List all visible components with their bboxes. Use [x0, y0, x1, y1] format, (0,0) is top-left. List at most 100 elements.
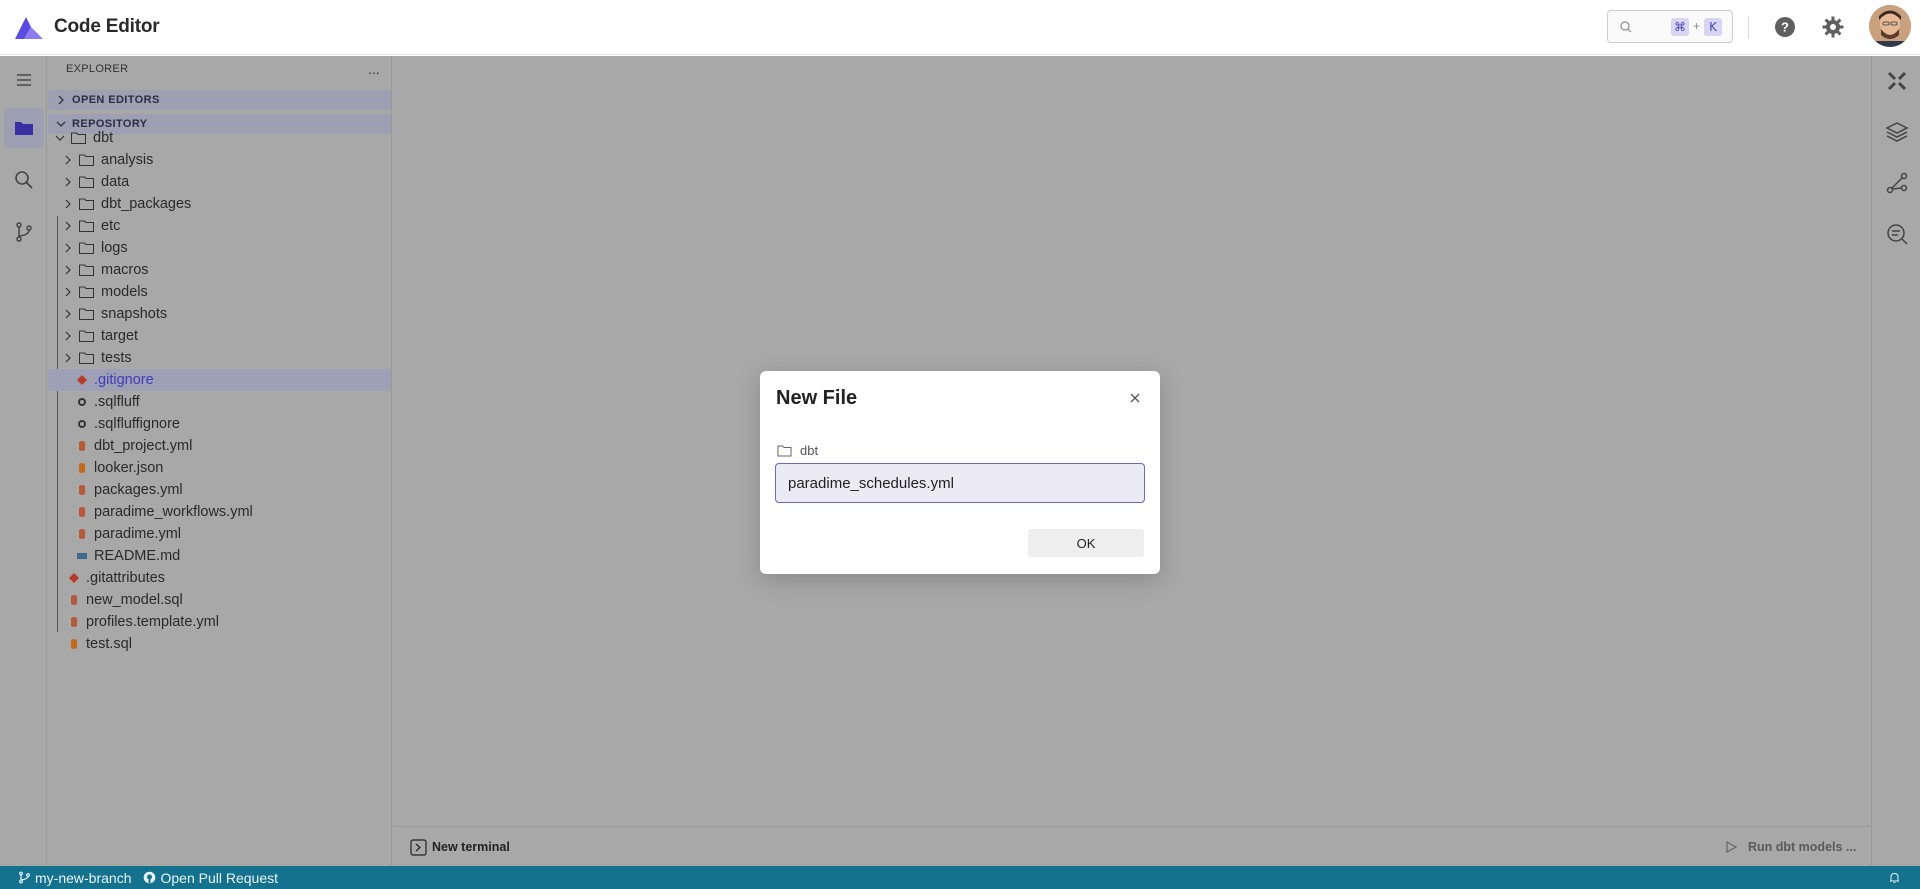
- terminal-icon: [410, 839, 427, 856]
- app-logo[interactable]: Code Editor: [13, 13, 160, 41]
- tree-folder[interactable]: data: [48, 171, 391, 193]
- tree-folder[interactable]: dbt: [48, 127, 391, 149]
- tree-file[interactable]: looker.json: [48, 457, 391, 479]
- tree-file[interactable]: .sqlfluff: [48, 391, 391, 413]
- tree-item-label: packages.yml: [94, 482, 183, 498]
- tree-folder[interactable]: etc: [48, 215, 391, 237]
- tree-file[interactable]: .gitattributes: [48, 567, 391, 589]
- folder-icon: [79, 242, 94, 254]
- more-actions-button[interactable]: ...: [368, 61, 380, 77]
- tree-file[interactable]: README.md: [48, 545, 391, 567]
- json-file-icon: [71, 639, 77, 649]
- github-icon: [144, 871, 156, 884]
- tree-folder[interactable]: analysis: [48, 149, 391, 171]
- json-file-icon: [79, 463, 85, 473]
- bottom-panel: New terminal Run dbt models ...: [393, 826, 1871, 866]
- top-header: Code Editor ⌘ + K ?: [0, 0, 1920, 55]
- header-divider: [1748, 16, 1749, 39]
- chevron-right-icon: [65, 331, 71, 341]
- lineage-icon[interactable]: [1884, 170, 1910, 196]
- tree-file[interactable]: paradime.yml: [48, 523, 391, 545]
- avatar-image-icon: [1869, 5, 1911, 47]
- open-editors-section[interactable]: OPEN EDITORS: [48, 90, 391, 110]
- folder-icon: [79, 176, 94, 188]
- tree-item-label: paradime.yml: [94, 526, 182, 542]
- svg-text:?: ?: [1781, 20, 1789, 35]
- tree-folder[interactable]: dbt_packages: [48, 193, 391, 215]
- db-file-icon: [71, 617, 77, 627]
- folder-icon: [79, 220, 94, 232]
- tree-file[interactable]: .gitignore: [48, 369, 391, 391]
- tree-file[interactable]: packages.yml: [48, 479, 391, 501]
- config-file-icon: [78, 398, 86, 406]
- status-bar: my-new-branch Open Pull Request: [0, 866, 1920, 889]
- shortcut-plus: +: [1693, 19, 1701, 33]
- search-icon: [1620, 20, 1632, 32]
- chevron-right-icon: [65, 243, 71, 253]
- search-button[interactable]: [4, 160, 44, 200]
- tree-item-label: .gitignore: [94, 372, 154, 388]
- open-pull-request[interactable]: Open Pull Request: [143, 870, 278, 886]
- tree-file[interactable]: paradime_workflows.yml: [48, 501, 391, 523]
- run-dbt-models-button[interactable]: Run dbt models ...: [1748, 840, 1856, 854]
- tree-item-label: macros: [101, 262, 149, 278]
- close-panel-icon[interactable]: [1884, 68, 1910, 94]
- db-file-icon: [79, 507, 85, 517]
- db-file-icon: [79, 485, 85, 495]
- gear-icon[interactable]: [1821, 15, 1845, 39]
- tree-item-label: dbt_packages: [101, 196, 192, 212]
- source-control-button[interactable]: [4, 212, 44, 252]
- branch-name: my-new-branch: [35, 869, 132, 886]
- explorer-button[interactable]: [4, 108, 44, 148]
- pull-request-label: Open Pull Request: [160, 869, 279, 886]
- tree-file[interactable]: .sqlfluffignore: [48, 413, 391, 435]
- tree-file[interactable]: test.sql: [48, 633, 391, 655]
- tree-item-label: looker.json: [94, 460, 164, 476]
- tree-folder[interactable]: tests: [48, 347, 391, 369]
- db-file-icon: [71, 595, 77, 605]
- bell-icon[interactable]: [1888, 871, 1901, 884]
- folder-icon: [15, 122, 33, 135]
- tree-file[interactable]: new_model.sql: [48, 589, 391, 611]
- tree-folder[interactable]: snapshots: [48, 303, 391, 325]
- folder-icon: [79, 286, 94, 298]
- chevron-right-icon: [65, 221, 71, 231]
- new-terminal-button[interactable]: New terminal: [432, 840, 510, 854]
- tree-folder[interactable]: models: [48, 281, 391, 303]
- tree-folder[interactable]: target: [48, 325, 391, 347]
- tree-file[interactable]: dbt_project.yml: [48, 435, 391, 457]
- branch-status[interactable]: my-new-branch: [18, 870, 131, 886]
- search-icon: [15, 171, 33, 189]
- help-icon[interactable]: ?: [1773, 15, 1797, 39]
- menu-button[interactable]: [4, 60, 44, 100]
- chevron-right-icon: [65, 265, 71, 275]
- query-search-icon[interactable]: [1884, 221, 1910, 247]
- tree-file[interactable]: profiles.template.yml: [48, 611, 391, 633]
- folder-icon: [79, 352, 94, 364]
- dialog-path: dbt: [800, 443, 819, 458]
- chevron-right-icon: [65, 353, 71, 363]
- chevron-right-icon: [65, 309, 71, 319]
- ok-button[interactable]: OK: [1028, 529, 1144, 557]
- chevron-right-icon: [58, 95, 64, 105]
- tree-item-label: target: [101, 328, 139, 344]
- tree-folder[interactable]: macros: [48, 259, 391, 281]
- chevron-down-icon: [55, 135, 65, 141]
- tree-item-label: new_model.sql: [86, 592, 183, 608]
- activity-bar: [0, 56, 47, 866]
- user-avatar[interactable]: [1869, 5, 1911, 47]
- shortcut-mod-key: ⌘: [1671, 18, 1689, 36]
- right-tool-bar: [1871, 56, 1920, 866]
- layers-icon[interactable]: [1884, 119, 1910, 145]
- git-branch-icon: [19, 871, 30, 884]
- tree-item-label: logs: [101, 240, 128, 256]
- tree-item-label: dbt: [93, 130, 114, 146]
- tree-item-label: README.md: [94, 548, 181, 564]
- command-search[interactable]: ⌘ + K: [1607, 10, 1733, 43]
- close-icon[interactable]: [1129, 392, 1141, 404]
- tree-folder[interactable]: logs: [48, 237, 391, 259]
- db-file-icon: [79, 529, 85, 539]
- folder-icon: [777, 445, 792, 457]
- file-name-input[interactable]: [775, 463, 1145, 503]
- play-icon: [1726, 840, 1738, 854]
